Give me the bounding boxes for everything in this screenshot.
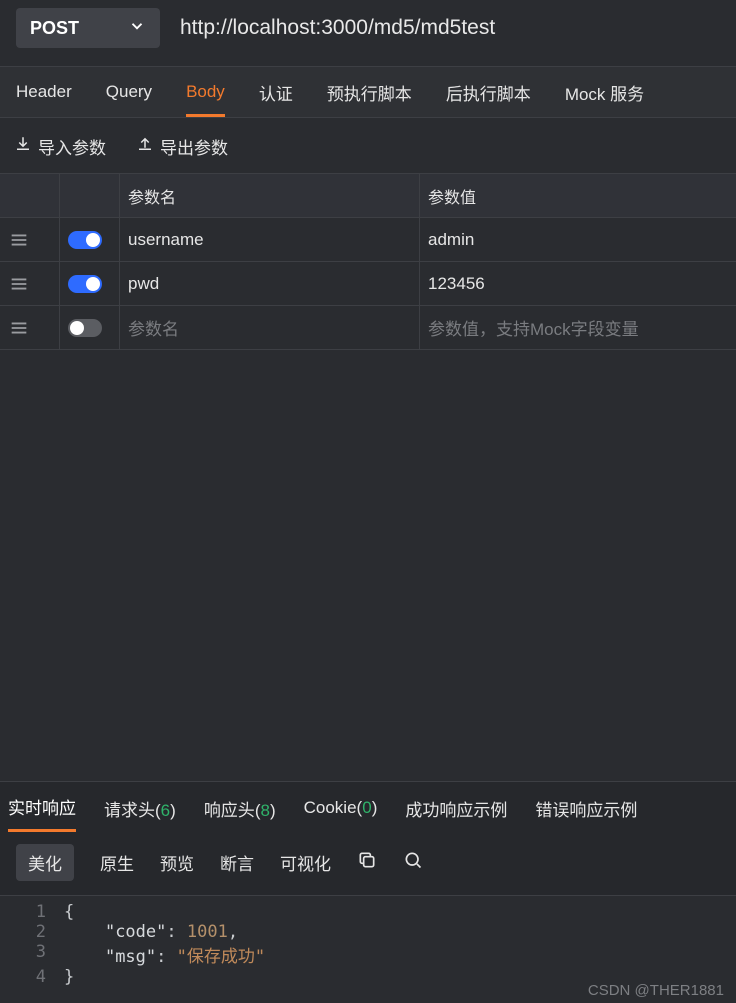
tab-body[interactable]: Body [186,70,225,117]
reqheaders-label: 请求头 [104,801,155,820]
tab-header[interactable]: Header [16,70,72,114]
col-name: 参数名 [120,174,420,217]
resp-tab-error-example[interactable]: 错误响应示例 [535,796,637,821]
tab-auth[interactable]: 认证 [259,68,293,117]
tab-postscript[interactable]: 后执行脚本 [446,68,531,117]
resheaders-label: 响应头 [204,801,255,820]
code-line: "code": 1001, [64,922,238,942]
params-table: 参数名 参数值 username admin pwd 123456 参数名 参数… [0,173,736,350]
export-params-button[interactable]: 导出参数 [136,134,228,159]
drag-handle-icon[interactable] [0,262,60,305]
http-method-value: POST [30,18,79,39]
toggle-switch[interactable] [68,319,102,337]
row-toggle[interactable] [60,262,120,305]
row-toggle[interactable] [60,306,120,349]
col-drag [0,174,60,217]
drag-handle-icon[interactable] [0,218,60,261]
line-number: 2 [0,922,64,942]
request-url[interactable]: http://localhost:3000/md5/md5test [180,16,495,40]
code-line: { [64,902,74,922]
table-row-empty: 参数名 参数值，支持Mock字段变量 [0,306,736,350]
tab-prescript[interactable]: 预执行脚本 [327,68,412,117]
param-value-input[interactable]: admin [420,218,736,261]
tool-assert[interactable]: 断言 [220,850,254,875]
param-value-input[interactable]: 123456 [420,262,736,305]
import-params-button[interactable]: 导入参数 [14,134,106,159]
param-value-placeholder[interactable]: 参数值，支持Mock字段变量 [420,306,736,349]
http-method-dropdown[interactable]: POST [16,8,160,48]
watermark: CSDN @THER1881 [588,982,724,999]
reqheaders-count: 6 [161,801,170,820]
line-number: 4 [0,967,64,987]
line-number: 3 [0,942,64,967]
table-row: pwd 123456 [0,262,736,306]
request-tabs: Header Query Body 认证 预执行脚本 后执行脚本 Mock 服务 [0,66,736,118]
search-icon[interactable] [403,850,423,875]
tool-visualize[interactable]: 可视化 [280,850,331,875]
response-tools: 美化 原生 预览 断言 可视化 [0,834,736,896]
param-name-input[interactable]: username [120,218,420,261]
resp-tab-cookie[interactable]: Cookie(0) [304,798,378,818]
row-toggle[interactable] [60,218,120,261]
response-panel: 实时响应 请求头(6) 响应头(8) Cookie(0) 成功响应示例 错误响应… [0,781,736,1003]
toggle-switch[interactable] [68,275,102,293]
upload-icon [136,135,154,158]
param-name-placeholder[interactable]: 参数名 [120,306,420,349]
chevron-down-icon [128,17,146,40]
line-number: 1 [0,902,64,922]
drag-handle-icon[interactable] [0,306,60,349]
tab-query[interactable]: Query [106,70,152,114]
table-row: username admin [0,218,736,262]
resp-tab-resheaders[interactable]: 响应头(8) [204,796,276,821]
col-value: 参数值 [420,174,736,217]
copy-icon[interactable] [357,850,377,875]
download-icon [14,135,32,158]
resheaders-count: 8 [260,801,269,820]
cookie-count: 0 [362,798,371,817]
code-line: "msg": "保存成功" [64,942,265,967]
tab-mock[interactable]: Mock 服务 [565,68,644,117]
col-toggle [60,174,120,217]
import-params-label: 导入参数 [38,134,106,159]
tool-raw[interactable]: 原生 [100,850,134,875]
response-tabs: 实时响应 请求头(6) 响应头(8) Cookie(0) 成功响应示例 错误响应… [0,782,736,834]
cookie-label: Cookie [304,798,357,817]
params-header-row: 参数名 参数值 [0,174,736,218]
export-params-label: 导出参数 [160,134,228,159]
resp-tab-success-example[interactable]: 成功响应示例 [405,796,507,821]
tool-preview[interactable]: 预览 [160,850,194,875]
code-line: } [64,967,74,987]
resp-tab-reqheaders[interactable]: 请求头(6) [104,796,176,821]
toggle-switch[interactable] [68,231,102,249]
param-name-input[interactable]: pwd [120,262,420,305]
resp-tab-realtime[interactable]: 实时响应 [8,794,76,832]
tool-beautify[interactable]: 美化 [16,844,74,881]
